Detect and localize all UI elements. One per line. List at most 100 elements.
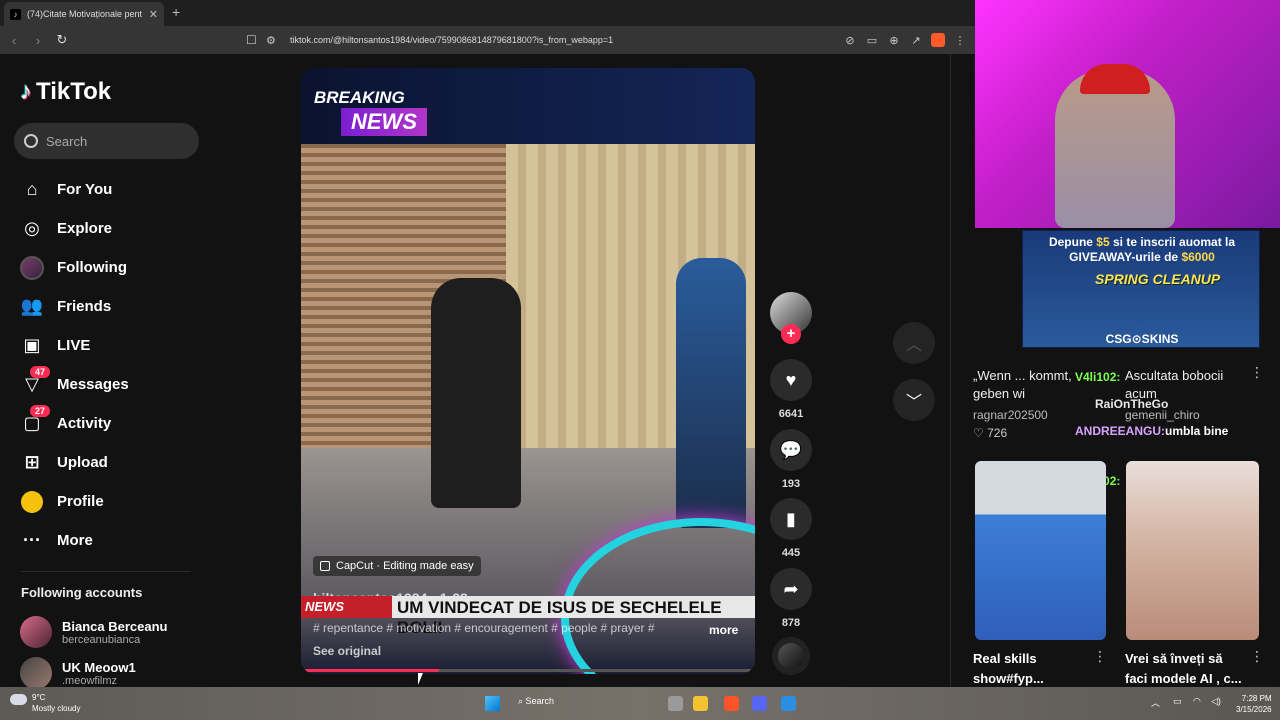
- weather-widget[interactable]: 9°C Mostly cloudy: [10, 692, 80, 714]
- sidebar-item-for-you[interactable]: ⌂ For You: [20, 170, 129, 209]
- next-video-button[interactable]: ﹀: [893, 379, 935, 421]
- following-account[interactable]: UK Meoow1 .meowfilmz: [20, 657, 136, 687]
- tiktok-logo[interactable]: ♪ TikTok: [20, 78, 111, 106]
- video-title[interactable]: Vrei să înveți să faci modele AI , c...: [1125, 649, 1245, 689]
- volume-icon[interactable]: ◁): [1211, 696, 1221, 707]
- account-name: Bianca Berceanu: [62, 618, 168, 634]
- taskbar-search[interactable]: ⌕ Search: [518, 696, 554, 707]
- chat-message: umbla bine: [1165, 424, 1229, 438]
- creator-avatar[interactable]: +: [770, 292, 812, 344]
- streamer-webcam: [975, 0, 1280, 228]
- windows-taskbar: 9°C Mostly cloudy ⌕ Search ︿ ▭ ◠ ◁) 7:28…: [0, 687, 1280, 720]
- sidebar-item-friends[interactable]: 👥 Friends: [20, 287, 129, 326]
- cast-icon[interactable]: ▭: [861, 34, 883, 47]
- forward-icon[interactable]: ›: [28, 33, 48, 48]
- browser-tabstrip: ♪ (74)Citate Motivaționale pent ✕ +: [0, 0, 975, 26]
- search-input[interactable]: Search: [14, 123, 199, 159]
- back-icon[interactable]: ‹: [4, 33, 24, 48]
- browser-tab[interactable]: ♪ (74)Citate Motivaționale pent ✕: [4, 2, 164, 26]
- share-icon[interactable]: ↗: [905, 34, 927, 47]
- sidebar-item-live[interactable]: ▣ LIVE: [20, 326, 129, 365]
- capcut-icon: [320, 561, 330, 571]
- sidebar-item-label: LIVE: [57, 337, 91, 354]
- sidebar-item-profile[interactable]: Profile: [20, 482, 129, 521]
- tab-close-icon[interactable]: ✕: [149, 8, 158, 21]
- music-disc-icon[interactable]: [772, 637, 810, 675]
- recommended-author[interactable]: ragnar202500: [973, 408, 1048, 422]
- more-options-icon[interactable]: ⋮: [1250, 364, 1264, 381]
- reload-icon[interactable]: ↻: [52, 32, 72, 48]
- sidebar-item-label: Following: [57, 259, 127, 276]
- more-options-icon[interactable]: ⋮: [1250, 648, 1264, 665]
- sidebar-item-upload[interactable]: ⊞ Upload: [20, 443, 129, 482]
- clock-time: 7:28 PM: [1241, 694, 1272, 703]
- clock-date: 3/15/2026: [1236, 705, 1272, 714]
- follow-plus-icon[interactable]: +: [781, 324, 801, 344]
- wifi-icon[interactable]: ◠: [1193, 696, 1201, 707]
- progress-fill: [305, 669, 439, 672]
- sidebar-item-messages[interactable]: ▽ 47 Messages: [20, 365, 129, 404]
- video-frame-person: [431, 278, 521, 508]
- account-name: UK Meoow1: [62, 659, 136, 675]
- discord-icon[interactable]: [752, 696, 767, 711]
- comment-button[interactable]: 💬 193: [769, 429, 813, 490]
- zoom-icon[interactable]: ⊕: [883, 34, 905, 47]
- tray-chevron-icon[interactable]: ︿: [1151, 696, 1160, 709]
- sidebar-item-following[interactable]: Following: [20, 248, 129, 287]
- previous-video-button[interactable]: ︿: [893, 322, 935, 364]
- ad-line-2: GIVEAWAY-urile de $6000: [1069, 250, 1215, 264]
- following-avatar-icon: [20, 255, 44, 280]
- bookmark-icon[interactable]: ☐: [246, 33, 266, 47]
- brave-browser-icon[interactable]: [724, 696, 739, 711]
- capcut-label[interactable]: CapCut · Editing made easy: [313, 556, 481, 576]
- network-icon[interactable]: ▭: [1173, 696, 1182, 707]
- chevron-up-icon: ︿: [905, 337, 922, 354]
- weather-condition: Mostly cloudy: [32, 704, 81, 713]
- following-account[interactable]: Bianca Berceanu berceanubianca: [20, 616, 168, 648]
- video-thumbnail[interactable]: [975, 461, 1106, 640]
- tiktok-page: ♪ TikTok Search ⌂ For You ◎ Explore Foll…: [0, 54, 975, 687]
- caption-more-button[interactable]: more: [709, 623, 738, 637]
- see-original-button[interactable]: See original: [313, 644, 381, 658]
- video-player[interactable]: BREAKING NEWS CapCut · Editing made easy…: [301, 68, 755, 674]
- save-count: 445: [781, 547, 801, 559]
- menu-icon[interactable]: ⋮: [949, 34, 971, 47]
- url-text[interactable]: tiktok.com/@hiltonsantos1984/video/75990…: [286, 35, 839, 45]
- file-explorer-icon[interactable]: [668, 696, 683, 711]
- ad-line-1: Depune $5 si te inscrii auomat la: [1048, 235, 1236, 249]
- brave-shield-icon[interactable]: [931, 33, 945, 47]
- account-handle: .meowfilmz: [62, 674, 118, 687]
- lower-third-tag: NEWS: [305, 599, 344, 614]
- share-arrow-icon: ➦: [770, 568, 812, 610]
- windows-start-icon[interactable]: [485, 696, 500, 711]
- app-icon[interactable]: [781, 696, 796, 711]
- sponsor-ad: Depune $5 si te inscrii auomat la GIVEAW…: [1022, 230, 1260, 348]
- folder-icon[interactable]: [693, 696, 708, 711]
- video-thumbnail[interactable]: [1126, 461, 1259, 640]
- save-button[interactable]: ▮ 445: [769, 498, 813, 559]
- sidebar-item-explore[interactable]: ◎ Explore: [20, 209, 129, 248]
- like-button[interactable]: ♥ 6641: [769, 359, 813, 420]
- share-button[interactable]: ➦ 878: [769, 568, 813, 629]
- breaking-news-banner: BREAKING NEWS: [301, 68, 755, 144]
- search-placeholder: Search: [46, 133, 88, 149]
- home-icon: ⌂: [26, 179, 38, 199]
- banner-bottom: NEWS: [341, 108, 427, 136]
- address-bar[interactable]: ☐ ⚙ tiktok.com/@hiltonsantos1984/video/7…: [246, 29, 971, 51]
- tiktok-favicon-icon: ♪: [10, 8, 21, 20]
- video-title[interactable]: Real skills show#fyp...: [973, 649, 1083, 689]
- sidebar-item-activity[interactable]: ▢ 27 Activity: [20, 404, 129, 443]
- sidebar-item-more[interactable]: ··· More: [20, 521, 129, 560]
- video-progress-bar[interactable]: [305, 669, 751, 672]
- screen: ♪ (74)Citate Motivaționale pent ✕ + ‹ › …: [0, 0, 1280, 720]
- new-tab-button[interactable]: +: [172, 4, 180, 20]
- system-clock[interactable]: 7:28 PM 3/15/2026: [1236, 693, 1272, 715]
- sidebar-nav: ⌂ For You ◎ Explore Following 👥 Friends …: [20, 170, 129, 560]
- site-info-icon[interactable]: ⚙: [266, 34, 286, 47]
- profile-icon: [20, 490, 44, 514]
- sidebar-item-label: Activity: [57, 415, 112, 432]
- action-column: + ♥ 6641 💬 193 ▮ 445 ➦ 878: [769, 292, 813, 675]
- more-options-icon[interactable]: ⋮: [1093, 648, 1107, 665]
- avatar: [20, 657, 52, 687]
- no-tracking-icon[interactable]: ⊘: [839, 34, 861, 47]
